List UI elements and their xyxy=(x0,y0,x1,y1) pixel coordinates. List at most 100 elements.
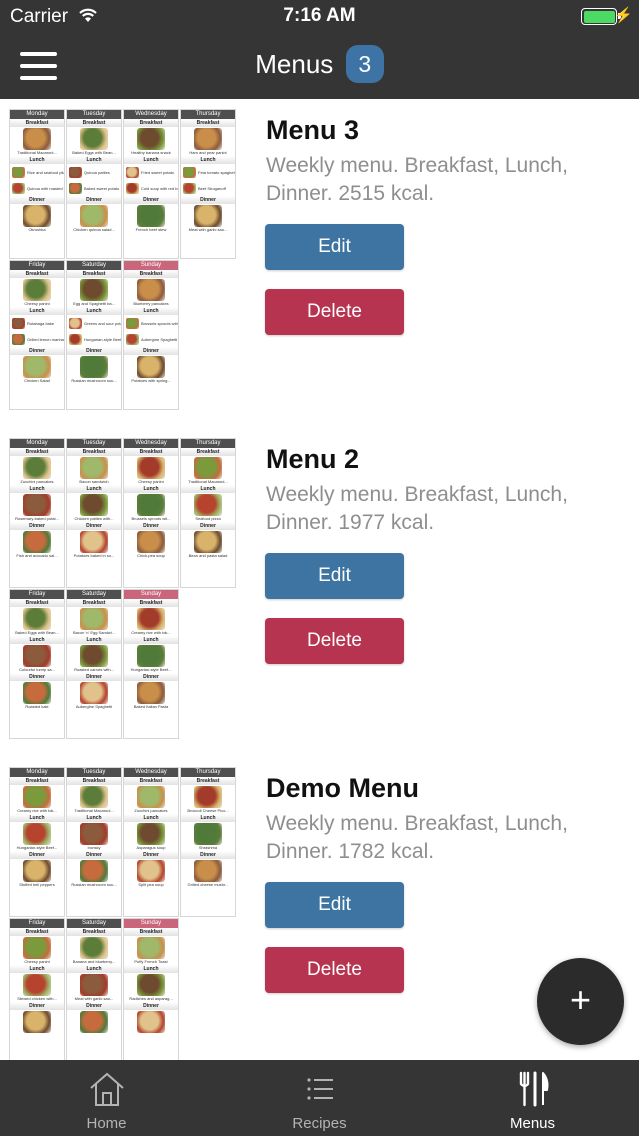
dish-caption: Russian mushroom sou... xyxy=(71,882,117,887)
dish-caption: Aubergine Spaghetti xyxy=(141,336,178,342)
delete-button[interactable]: Delete xyxy=(265,947,404,993)
add-menu-button[interactable]: + xyxy=(537,958,624,1045)
food-photo xyxy=(194,823,222,845)
day-column: Friday Breakfast Baked Eggs with Bean... Lu… xyxy=(9,589,65,739)
day-column: Friday Breakfast Cheesy panini Lunch Stewed … xyxy=(9,918,65,1060)
meal-header-dinner: Dinner xyxy=(10,347,64,355)
meal-header-lunch: Lunch xyxy=(181,485,235,493)
food-photo xyxy=(126,166,139,178)
menu-thumbnail[interactable]: Monday Breakfast Traditional Macaroni... Lu… xyxy=(9,109,237,411)
dish-caption: Hungarian-style Beef Stew xyxy=(84,336,121,342)
day-header: Tuesday xyxy=(67,768,121,777)
food-photo xyxy=(23,1011,51,1033)
day-column: Wednesday Breakfast Zucchini pancakes Lunch… xyxy=(123,767,179,917)
food-photo xyxy=(137,457,165,479)
food-photo xyxy=(137,128,165,150)
day-header: Sunday xyxy=(124,919,178,928)
day-header: Saturday xyxy=(67,261,121,270)
menu-thumbnail[interactable]: Monday Breakfast Creamy rice with tok... Lu… xyxy=(9,767,237,1060)
meal-header-lunch: Lunch xyxy=(124,307,178,315)
day-header: Thursday xyxy=(181,768,235,777)
meal-header-breakfast: Breakfast xyxy=(124,777,178,785)
food-photo xyxy=(23,860,51,882)
meal-header-dinner: Dinner xyxy=(124,673,178,681)
food-photo xyxy=(137,937,165,959)
menu-count-badge: 3 xyxy=(345,45,384,83)
dish-caption: Chicken quinoa salad... xyxy=(73,227,115,232)
day-column: Tuesday Breakfast Baked Eggs with Bean... L… xyxy=(66,109,122,259)
dish-caption: Feta tomato spaghetti xyxy=(198,169,235,175)
meal-header-lunch: Lunch xyxy=(67,307,121,315)
food-photo xyxy=(137,356,165,378)
day-header: Saturday xyxy=(67,590,121,599)
lunch-item: Grilled lemon marinated pork xyxy=(10,331,64,347)
meal-header-dinner: Dinner xyxy=(10,196,64,204)
day-column: Wednesday Breakfast Healthy banana snack Lu… xyxy=(123,109,179,259)
delete-button[interactable]: Delete xyxy=(265,618,404,664)
food-photo xyxy=(137,786,165,808)
day-header: Wednesday xyxy=(124,768,178,777)
lunch-item: Beef Stroganoff xyxy=(181,180,235,196)
dish-caption: Meat with garlic sau... xyxy=(188,227,228,232)
food-photo xyxy=(80,974,108,996)
meal-header-breakfast: Breakfast xyxy=(67,599,121,607)
dish-caption: Stuffed bell peppers xyxy=(19,882,55,887)
dish-caption: Potatoes with spring... xyxy=(131,378,171,383)
meal-header-breakfast: Breakfast xyxy=(10,448,64,456)
meal-header-lunch: Lunch xyxy=(181,156,235,164)
food-photo xyxy=(137,823,165,845)
edit-button[interactable]: Edit xyxy=(265,224,404,270)
dish-caption: Split pea soup xyxy=(138,882,164,887)
food-photo xyxy=(80,1011,108,1033)
menu-description: Weekly menu. Breakfast, Lunch, Dinner. 1… xyxy=(266,483,568,534)
food-photo xyxy=(80,937,108,959)
meal-header-dinner: Dinner xyxy=(10,851,64,859)
battery-level xyxy=(583,10,615,23)
food-photo xyxy=(12,166,25,178)
menu-description: Weekly menu. Breakfast, Lunch, Dinner. 2… xyxy=(266,154,568,205)
tab-home[interactable]: Home xyxy=(0,1060,213,1136)
battery-icon xyxy=(581,8,621,25)
day-header: Wednesday xyxy=(124,439,178,448)
meal-header-dinner: Dinner xyxy=(124,851,178,859)
tab-recipes[interactable]: Recipes xyxy=(213,1060,426,1136)
meal-header-breakfast: Breakfast xyxy=(181,119,235,127)
menu-card: Monday Breakfast Traditional Macaroni... Lu… xyxy=(0,99,639,411)
day-header: Tuesday xyxy=(67,439,121,448)
lunch-item: Quinoa patties xyxy=(67,164,121,180)
day-header: Monday xyxy=(10,768,64,777)
day-column: Tuesday Breakfast Bacon sandwich Lunch Chick… xyxy=(66,438,122,588)
day-header: Sunday xyxy=(124,590,178,599)
menu-list[interactable]: Monday Breakfast Traditional Macaroni... Lu… xyxy=(0,99,639,1060)
dish-caption: French beef stew xyxy=(135,227,167,232)
food-photo xyxy=(80,531,108,553)
charging-icon: ⚡ xyxy=(614,7,633,24)
edit-button[interactable]: Edit xyxy=(265,553,404,599)
dish-caption: Bean and pasta salad xyxy=(188,553,228,558)
tab-menus[interactable]: Menus xyxy=(426,1060,639,1136)
dish-caption: Baked sweet potato xyxy=(84,185,120,191)
food-photo xyxy=(23,356,51,378)
edit-button[interactable]: Edit xyxy=(265,882,404,928)
meal-header-dinner: Dinner xyxy=(124,1002,178,1010)
menu-thumbnail[interactable]: Monday Breakfast Zucchini pancakes Lunch Ros… xyxy=(9,438,237,740)
meal-header-dinner: Dinner xyxy=(67,851,121,859)
dish-caption: Grilled cheese mushr... xyxy=(187,882,229,887)
day-column: Thursday Breakfast Ham and pear panini Lunc… xyxy=(180,109,236,259)
dish-caption: Beef Stroganoff xyxy=(198,185,226,191)
meal-header-dinner: Dinner xyxy=(124,522,178,530)
dish-caption: Chicken Salad xyxy=(24,378,50,383)
delete-button[interactable]: Delete xyxy=(265,289,404,335)
meal-header-breakfast: Breakfast xyxy=(181,777,235,785)
meal-header-breakfast: Breakfast xyxy=(10,270,64,278)
food-photo xyxy=(80,494,108,516)
food-photo xyxy=(126,182,139,194)
food-photo xyxy=(194,457,222,479)
food-photo xyxy=(23,531,51,553)
lunch-item: Cold soup with red beet xyxy=(124,180,178,196)
food-photo xyxy=(12,317,25,329)
meal-header-dinner: Dinner xyxy=(181,196,235,204)
food-photo xyxy=(80,823,108,845)
meal-header-breakfast: Breakfast xyxy=(124,270,178,278)
meal-header-lunch: Lunch xyxy=(124,814,178,822)
